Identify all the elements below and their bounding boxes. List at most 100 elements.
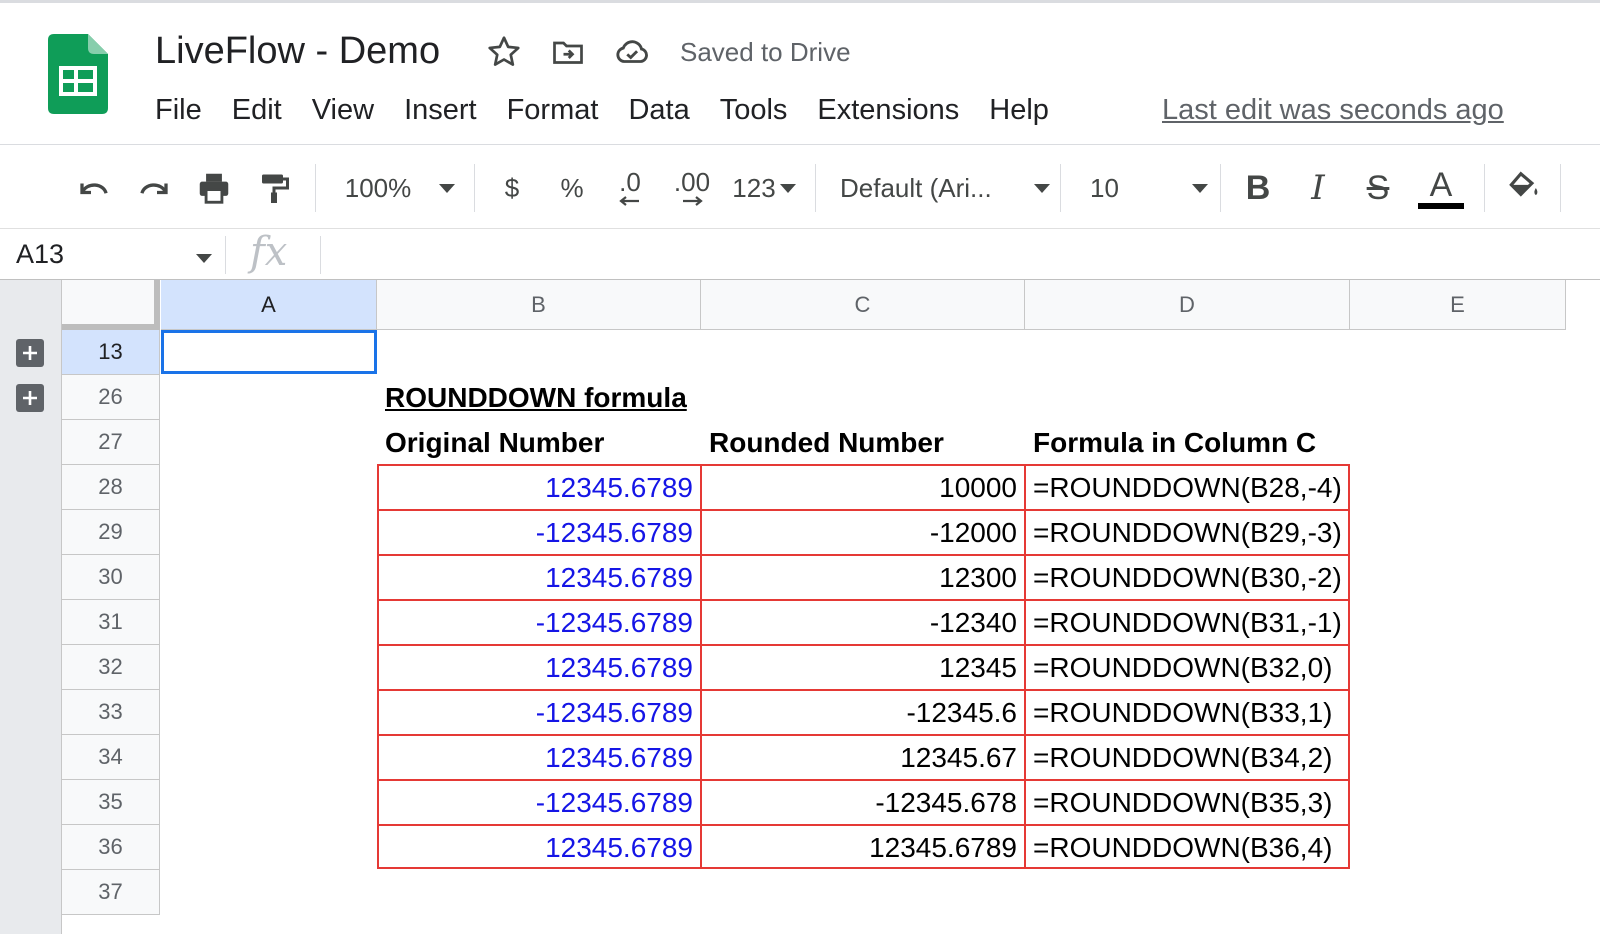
- row-header-35[interactable]: 35: [62, 780, 160, 825]
- more-formats-button[interactable]: 123: [728, 164, 800, 212]
- arrow-right-icon: [683, 196, 703, 206]
- menu-format[interactable]: Format: [492, 88, 614, 132]
- chevron-down-icon: [439, 183, 456, 193]
- column-header-e[interactable]: E: [1350, 280, 1566, 330]
- toolbar-divider: [315, 164, 316, 212]
- chevron-down-icon: [1192, 183, 1208, 193]
- menu-file[interactable]: File: [140, 88, 217, 132]
- font-family-value: Default (Ari...: [840, 172, 992, 203]
- formula-bar-divider: [225, 236, 226, 274]
- redo-icon[interactable]: [130, 164, 178, 212]
- row-header-27[interactable]: 27: [62, 420, 160, 465]
- row-header-34[interactable]: 34: [62, 735, 160, 780]
- formula-bar-divider: [320, 236, 321, 274]
- text-color-button[interactable]: A: [1416, 164, 1466, 212]
- strikethrough-button[interactable]: S: [1356, 164, 1400, 212]
- toolbar-divider: [1060, 164, 1061, 212]
- column-border: [700, 464, 702, 869]
- expand-group-plus-icon[interactable]: [16, 384, 44, 412]
- menu-extensions[interactable]: Extensions: [802, 88, 974, 132]
- column-header-a[interactable]: A: [161, 280, 377, 330]
- zoom-select[interactable]: 100%: [330, 164, 470, 212]
- row-header-28[interactable]: 28: [62, 465, 160, 510]
- row-header-29[interactable]: 29: [62, 510, 160, 555]
- row-header-31[interactable]: 31: [62, 600, 160, 645]
- toolbar-divider: [474, 164, 475, 212]
- row-header-32[interactable]: 32: [62, 645, 160, 690]
- chevron-down-icon[interactable]: [196, 254, 212, 263]
- star-icon[interactable]: [484, 32, 524, 72]
- name-box[interactable]: A13: [16, 236, 64, 272]
- toolbar-divider: [1484, 164, 1485, 212]
- font-family-select[interactable]: Default (Ari...: [840, 164, 1050, 212]
- decrease-decimal-button[interactable]: .0: [606, 164, 654, 212]
- header-original-number[interactable]: Original Number: [377, 420, 701, 465]
- row-border: [377, 689, 1350, 691]
- header-rounded-number[interactable]: Rounded Number: [701, 420, 1025, 465]
- menu-data[interactable]: Data: [613, 88, 704, 132]
- bold-button[interactable]: B: [1236, 164, 1280, 212]
- section-title[interactable]: ROUNDDOWN formula: [377, 375, 695, 420]
- toolbar-bottom-border: [0, 228, 1600, 229]
- column-header-c[interactable]: C: [701, 280, 1025, 330]
- print-icon[interactable]: [190, 164, 238, 212]
- save-status: Saved to Drive: [680, 37, 851, 67]
- fx-icon: fx: [250, 229, 288, 275]
- row-border: [377, 509, 1350, 511]
- row-border: [377, 779, 1350, 781]
- row-border: [377, 644, 1350, 646]
- document-title[interactable]: LiveFlow - Demo: [155, 28, 440, 74]
- undo-icon[interactable]: [70, 164, 118, 212]
- decrease-decimal-label: .0: [619, 167, 641, 197]
- text-color-label: A: [1429, 166, 1453, 204]
- font-size-value: 10: [1090, 172, 1119, 203]
- row-border: [377, 599, 1350, 601]
- currency-format-button[interactable]: $: [492, 164, 532, 212]
- row-border: [377, 554, 1350, 556]
- row-group-gutter: [0, 280, 62, 934]
- toolbar-divider: [815, 164, 816, 212]
- last-edit-link[interactable]: Last edit was seconds ago: [1162, 90, 1504, 130]
- row-header-37[interactable]: 37: [62, 870, 160, 915]
- column-header-b[interactable]: B: [377, 280, 701, 330]
- sheets-logo-icon[interactable]: [48, 34, 108, 114]
- toolbar: 100% $ % .0 .00 123 Default (Ari... 10 B…: [0, 150, 1600, 226]
- row-header-13[interactable]: 13: [62, 330, 160, 375]
- chevron-down-icon: [1034, 183, 1050, 193]
- menu-edit[interactable]: Edit: [217, 88, 297, 132]
- column-header-d[interactable]: D: [1025, 280, 1350, 330]
- move-to-folder-icon[interactable]: [548, 32, 588, 72]
- header-formula[interactable]: Formula in Column C: [1025, 420, 1350, 465]
- menu-insert[interactable]: Insert: [389, 88, 492, 132]
- toolbar-divider: [1560, 164, 1561, 212]
- row-header-36[interactable]: 36: [62, 825, 160, 870]
- italic-button[interactable]: I: [1296, 164, 1340, 212]
- header-divider: [0, 144, 1600, 145]
- row-header-30[interactable]: 30: [62, 555, 160, 600]
- formula-input[interactable]: [335, 236, 1535, 274]
- row-header-33[interactable]: 33: [62, 690, 160, 735]
- select-all-corner[interactable]: [62, 280, 160, 330]
- paint-format-icon[interactable]: [250, 164, 298, 212]
- fill-color-icon[interactable]: [1500, 164, 1548, 212]
- font-size-select[interactable]: 10: [1090, 164, 1208, 212]
- increase-decimal-button[interactable]: .00: [666, 164, 718, 212]
- row-border: [377, 824, 1350, 826]
- row-border: [377, 734, 1350, 736]
- cloud-saved-icon[interactable]: [612, 32, 652, 72]
- window-top-border: [0, 0, 1600, 3]
- menu-view[interactable]: View: [297, 88, 389, 132]
- menu-bar: File Edit View Insert Format Data Tools …: [140, 88, 1064, 132]
- chevron-down-icon: [779, 183, 796, 193]
- zoom-value: 100%: [344, 172, 412, 203]
- menu-tools[interactable]: Tools: [705, 88, 803, 132]
- data-table-border: [377, 464, 1350, 869]
- selected-cell-a13[interactable]: [161, 330, 377, 374]
- menu-help[interactable]: Help: [974, 88, 1064, 132]
- more-formats-label: 123: [732, 172, 776, 203]
- column-border: [1024, 464, 1026, 869]
- increase-decimal-label: .00: [673, 167, 711, 197]
- percent-format-button[interactable]: %: [552, 164, 592, 212]
- expand-group-plus-icon[interactable]: [16, 339, 44, 367]
- row-header-26[interactable]: 26: [62, 375, 160, 420]
